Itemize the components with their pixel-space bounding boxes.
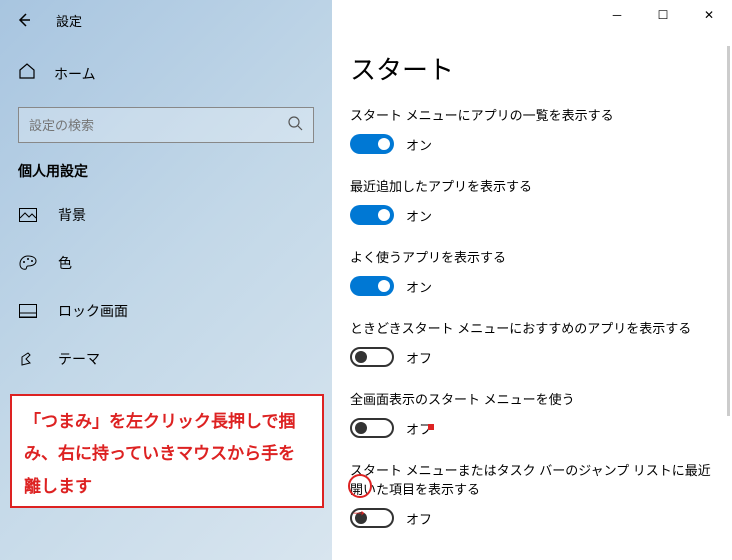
settings-window: 設定 ホーム 個人用設定 背景 色 ロック画面 <box>0 0 732 560</box>
toggle-switch[interactable] <box>350 347 394 367</box>
toggle-knob <box>355 422 367 434</box>
setting-label: スタート メニューまたはタスク バーのジャンプ リストに最近開いた項目を表示する <box>350 460 714 498</box>
page-title: スタート <box>350 50 714 87</box>
toggle-switch[interactable] <box>350 508 394 528</box>
sidebar-item-lockscreen[interactable]: ロック画面 <box>0 287 332 335</box>
toggle-knob <box>378 280 390 292</box>
toggle-knob <box>378 209 390 221</box>
scrollbar[interactable] <box>727 46 730 416</box>
nav-label: テーマ <box>58 349 100 369</box>
lockscreen-icon <box>18 304 38 318</box>
toggle-state-label: オフ <box>406 419 432 438</box>
content-pane: ─ ☐ ✕ スタート スタート メニューにアプリの一覧を表示するオン最近追加した… <box>332 0 732 560</box>
toggle-switch[interactable] <box>350 205 394 225</box>
toggle-state-label: オン <box>406 206 432 225</box>
sidebar-item-background[interactable]: 背景 <box>0 191 332 239</box>
palette-icon <box>18 255 38 271</box>
toggle-row: オフ <box>350 347 714 367</box>
toggle-state-label: オフ <box>406 509 432 528</box>
setting-item: 全画面表示のスタート メニューを使うオフ <box>350 389 714 438</box>
back-button[interactable] <box>12 8 36 32</box>
maximize-button[interactable]: ☐ <box>640 0 686 30</box>
toggle-state-label: オフ <box>406 348 432 367</box>
toggle-switch[interactable] <box>350 134 394 154</box>
toggle-row: オフ <box>350 508 714 528</box>
toggle-knob <box>378 138 390 150</box>
back-arrow-icon <box>16 12 32 28</box>
nav-label: 色 <box>58 253 72 273</box>
sidebar-item-themes[interactable]: テーマ <box>0 335 332 383</box>
sidebar-item-colors[interactable]: 色 <box>0 239 332 287</box>
setting-item: よく使うアプリを表示するオン <box>350 247 714 296</box>
toggle-row: オン <box>350 276 714 296</box>
search-input[interactable] <box>29 118 279 133</box>
window-title: 設定 <box>56 11 82 30</box>
nav-label: ロック画面 <box>58 301 128 321</box>
setting-item: ときどきスタート メニューにおすすめのアプリを表示するオフ <box>350 318 714 367</box>
toggle-row: オン <box>350 205 714 225</box>
toggle-row: オン <box>350 134 714 154</box>
setting-label: スタート メニューにアプリの一覧を表示する <box>350 105 714 124</box>
picture-icon <box>18 208 38 222</box>
content-inner: スタート スタート メニューにアプリの一覧を表示するオン最近追加したアプリを表示… <box>332 0 732 560</box>
nav-label: 背景 <box>58 205 86 225</box>
theme-icon <box>18 351 38 367</box>
setting-label: 最近追加したアプリを表示する <box>350 176 714 195</box>
setting-label: ときどきスタート メニューにおすすめのアプリを表示する <box>350 318 714 337</box>
close-button[interactable]: ✕ <box>686 0 732 30</box>
home-nav[interactable]: ホーム <box>0 52 332 95</box>
setting-item: 最近追加したアプリを表示するオン <box>350 176 714 225</box>
setting-item: スタート メニューにアプリの一覧を表示するオン <box>350 105 714 154</box>
annotation-callout: 「つまみ」を左クリック長押しで掴み、右に持っていきマウスから手を離します <box>10 394 324 508</box>
titlebar: 設定 <box>0 0 332 40</box>
setting-item: スタート メニューまたはタスク バーのジャンプ リストに最近開いた項目を表示する… <box>350 460 714 528</box>
section-heading: 個人用設定 <box>0 143 332 191</box>
toggle-state-label: オン <box>406 277 432 296</box>
toggle-knob <box>355 351 367 363</box>
sidebar: 設定 ホーム 個人用設定 背景 色 ロック画面 <box>0 0 332 560</box>
minimize-button[interactable]: ─ <box>594 0 640 30</box>
home-label: ホーム <box>54 64 96 84</box>
search-box[interactable] <box>18 107 314 143</box>
home-icon <box>18 62 36 85</box>
toggle-row: オフ <box>350 418 714 438</box>
toggle-state-label: オン <box>406 135 432 154</box>
toggle-switch[interactable] <box>350 276 394 296</box>
search-icon <box>287 115 303 136</box>
setting-label: 全画面表示のスタート メニューを使う <box>350 389 714 408</box>
toggle-knob <box>355 512 367 524</box>
toggle-switch[interactable] <box>350 418 394 438</box>
setting-label: よく使うアプリを表示する <box>350 247 714 266</box>
window-controls: ─ ☐ ✕ <box>594 0 732 30</box>
